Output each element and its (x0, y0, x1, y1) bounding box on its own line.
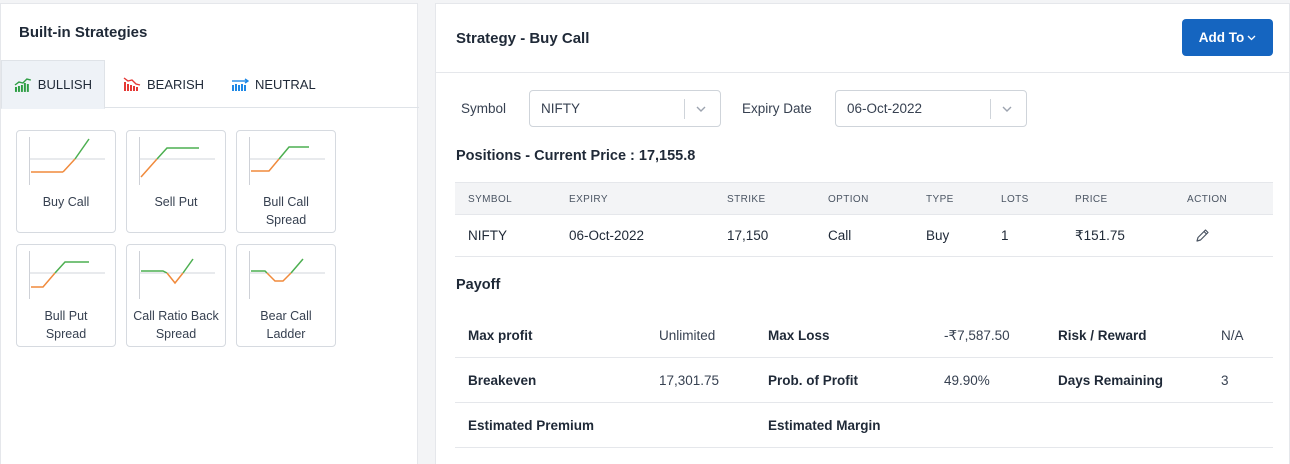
expiry-date-select-value: 06-Oct-2022 (847, 101, 923, 116)
max-loss-label: Max Loss (768, 328, 830, 343)
bull-call-spread-payoff-icon (249, 137, 325, 185)
expiry-date-select[interactable]: 06-Oct-2022 (835, 90, 1027, 127)
strategy-card-label: Bear Call Ladder (260, 309, 312, 341)
estimated-premium-label: Estimated Premium (468, 418, 595, 433)
bullish-chart-icon (14, 77, 31, 92)
sell-put-payoff-icon (139, 137, 215, 185)
add-to-button[interactable]: Add To (1182, 19, 1273, 56)
estimated-margin-label: Estimated Margin (768, 418, 881, 433)
column-header: LOTS (1001, 194, 1029, 205)
strategy-card-label: Bull Put Spread (44, 309, 88, 341)
max-profit-value: Unlimited (659, 328, 716, 343)
chevron-down-icon (1002, 106, 1012, 112)
positions-title: Positions - Current Price : 17,155.8 (456, 148, 696, 164)
strategy-title: Strategy - Buy Call (456, 30, 590, 47)
tab-bearish-label: BEARISH (147, 76, 205, 92)
tab-bullish-label: BULLISH (37, 77, 92, 92)
strategy-tabs: BULLISH BEARISH NEUTRAL (1, 60, 419, 109)
expiry-date-label: Expiry Date (742, 101, 812, 116)
edit-pencil-icon[interactable] (1195, 228, 1210, 243)
chevron-down-icon (696, 106, 706, 112)
header-divider (436, 72, 1289, 73)
cell-symbol: NIFTY (468, 228, 507, 243)
cell-expiry: 06-Oct-2022 (569, 228, 645, 243)
prob-of-profit-label: Prob. of Profit (768, 373, 858, 388)
buy-call-payoff-icon (29, 137, 105, 185)
strategy-card-label: Bull Call Spread (263, 195, 309, 227)
strategy-card-label: Call Ratio Back Spread (133, 309, 219, 341)
risk-reward-label: Risk / Reward (1058, 328, 1147, 343)
strategy-detail-panel: Strategy - Buy Call Add To Symbol NIFTY … (435, 3, 1290, 464)
payoff-row: Estimated Premium Estimated Margin (455, 403, 1273, 448)
select-separator (990, 99, 991, 119)
column-header: EXPIRY (569, 194, 608, 205)
chevron-down-icon (1247, 35, 1256, 40)
bull-put-spread-payoff-icon (29, 251, 105, 299)
payoff-title: Payoff (456, 277, 501, 293)
max-profit-label: Max profit (468, 328, 533, 343)
symbol-label: Symbol (461, 101, 507, 116)
column-header: OPTION (828, 194, 869, 205)
risk-reward-value: N/A (1221, 328, 1244, 343)
cell-option: Call (828, 228, 852, 243)
strategy-card-bull-call-spread[interactable]: Bull Call Spread (236, 130, 336, 233)
cell-type: Buy (926, 228, 950, 243)
breakeven-label: Breakeven (468, 373, 537, 388)
select-separator (684, 99, 685, 119)
tab-bullish[interactable]: BULLISH (1, 60, 105, 109)
strategy-card-buy-call[interactable]: Buy Call (16, 130, 116, 233)
symbol-select[interactable]: NIFTY (529, 90, 721, 127)
strategy-card-bull-put-spread[interactable]: Bull Put Spread (16, 244, 116, 347)
tab-neutral[interactable]: NEUTRAL (219, 60, 328, 108)
days-remaining-value: 3 (1221, 373, 1229, 388)
table-row: NIFTY 06-Oct-2022 17,150 Call Buy 1 ₹151… (455, 215, 1273, 257)
tab-bearish[interactable]: BEARISH (111, 60, 216, 108)
call-ratio-back-spread-payoff-icon (139, 251, 215, 299)
payoff-row: Breakeven 17,301.75 Prob. of Profit 49.9… (455, 358, 1273, 403)
column-header: SYMBOL (468, 194, 513, 205)
breakeven-value: 17,301.75 (659, 373, 720, 388)
tab-neutral-label: NEUTRAL (255, 76, 316, 92)
bearish-chart-icon (123, 77, 141, 91)
panel-title: Built-in Strategies (19, 24, 148, 41)
cell-strike: 17,150 (727, 228, 769, 243)
strategy-card-call-ratio-back-spread[interactable]: Call Ratio Back Spread (126, 244, 226, 347)
neutral-chart-icon (232, 78, 249, 91)
days-remaining-label: Days Remaining (1058, 373, 1164, 388)
max-loss-value: -₹7,587.50 (944, 328, 1010, 343)
column-header: TYPE (926, 194, 954, 205)
strategy-card-sell-put[interactable]: Sell Put (126, 130, 226, 233)
cell-price: ₹151.75 (1075, 228, 1125, 243)
payoff-row: Max profit Unlimited Max Loss -₹7,587.50… (455, 313, 1273, 358)
add-to-button-label: Add To (1198, 30, 1245, 45)
strategy-card-label: Sell Put (154, 195, 198, 209)
bear-call-ladder-payoff-icon (249, 251, 325, 299)
symbol-select-value: NIFTY (541, 101, 580, 116)
column-header: PRICE (1075, 194, 1108, 205)
strategy-card-bear-call-ladder[interactable]: Bear Call Ladder (236, 244, 336, 347)
built-in-strategies-panel: Built-in Strategies BULLISH BEARISH NEUT… (0, 3, 419, 464)
strategy-card-label: Buy Call (42, 195, 90, 209)
column-header: ACTION (1187, 194, 1228, 205)
cell-lots: 1 (1001, 228, 1009, 243)
column-header: STRIKE (727, 194, 766, 205)
positions-table-header: SYMBOL EXPIRY STRIKE OPTION TYPE LOTS PR… (455, 182, 1273, 215)
prob-of-profit-value: 49.90% (944, 373, 990, 388)
